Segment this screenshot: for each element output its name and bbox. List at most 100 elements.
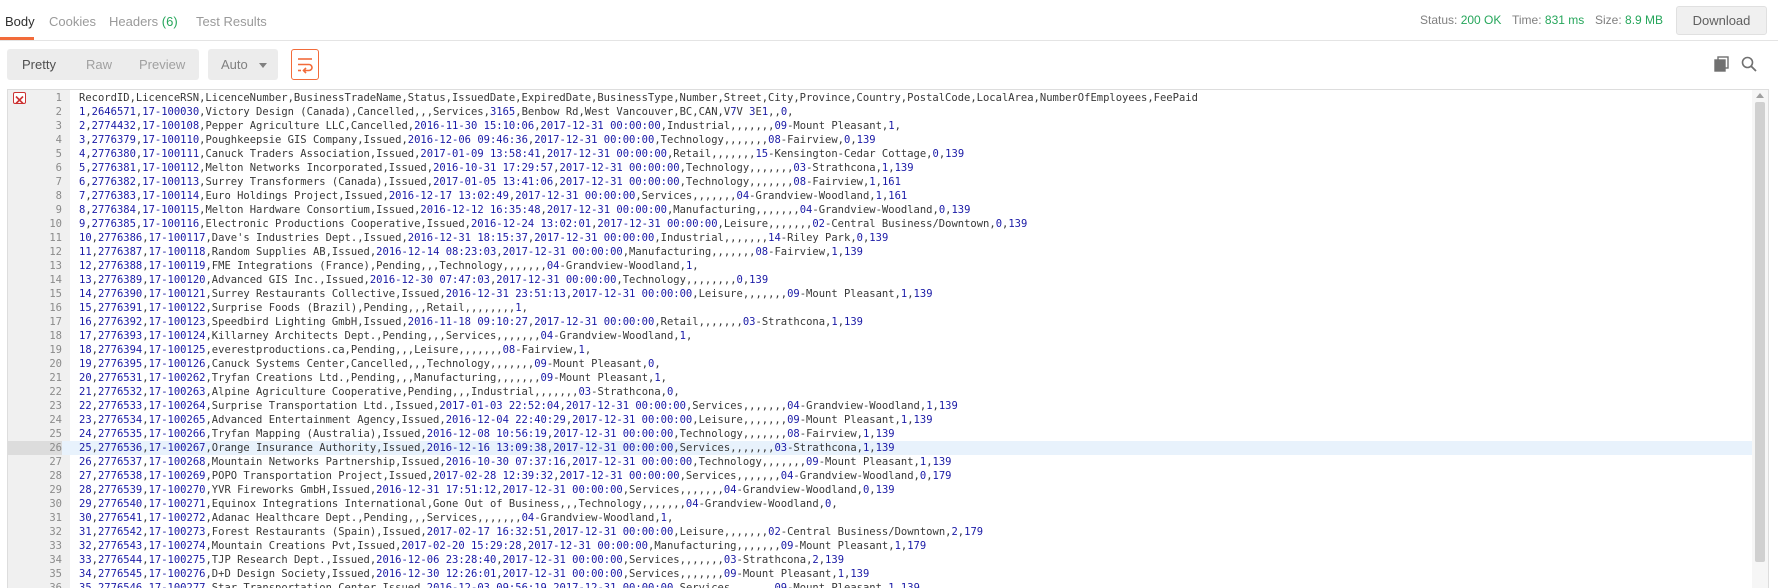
code-line: 4 3,2776379,17-100110,Poughkeepsie GIS Co… xyxy=(8,133,1753,147)
code-line-text: 7,2776383,17-100114,Euro Holdings Projec… xyxy=(79,190,908,202)
code-line: 29 28,2776539,17-100270,YVR Fireworks Gmb… xyxy=(8,483,1753,497)
line-number: 32 xyxy=(49,526,62,538)
line-number: 7 xyxy=(55,176,62,188)
line-number: 17 xyxy=(49,316,62,328)
view-mode-segmented-control: Pretty Raw Preview xyxy=(7,49,199,80)
code-line: 1 RecordID,LicenceRSN,LicenceNumber,Busin… xyxy=(8,91,1753,105)
code-line: 19 18,2776394,17-100125,everestproduction… xyxy=(8,343,1753,357)
code-line: 6 5,2776381,17-100112,Melton Networks Inc… xyxy=(8,161,1753,175)
code-line: 36 35,2776546,17-100277,Star Transportati… xyxy=(8,581,1753,588)
line-number: 16 xyxy=(49,302,62,314)
code-line: 10 9,2776385,17-100116,Electronic Product… xyxy=(8,217,1753,231)
chevron-down-icon xyxy=(259,63,267,68)
copy-icon[interactable] xyxy=(1713,55,1731,73)
line-number: 2 xyxy=(55,106,62,118)
line-number: 19 xyxy=(49,344,62,356)
code-line: 14 13,2776389,17-100120,Advanced GIS Inc.… xyxy=(8,273,1753,287)
raw-button[interactable]: Raw xyxy=(86,57,112,72)
status-label: Status: xyxy=(1420,13,1458,27)
code-line-text: 24,2776535,17-100266,Tryfan Mapping (Aus… xyxy=(79,428,895,440)
time-value: 831 ms xyxy=(1544,13,1585,27)
status-value: 200 OK xyxy=(1460,13,1502,27)
code-line: 13 12,2776388,17-100119,FME Integrations … xyxy=(8,259,1753,273)
code-line: 35 34,2776545,17-100276,D+D Design Societ… xyxy=(8,567,1753,581)
line-number: 31 xyxy=(49,512,62,524)
line-number: 9 xyxy=(55,204,62,216)
scroll-up-arrow-icon[interactable] xyxy=(1756,93,1764,98)
format-select-value: Auto xyxy=(221,57,248,72)
download-button[interactable]: Download xyxy=(1676,6,1767,35)
code-line-text: 20,2776531,17-100262,Tryfan Creations Lt… xyxy=(79,372,667,384)
tab-cookies[interactable]: Cookies xyxy=(49,14,96,29)
line-number: 36 xyxy=(49,582,62,588)
time-label: Time: xyxy=(1512,13,1542,27)
tab-body[interactable]: Body xyxy=(5,14,35,29)
size-value: 8.9 MB xyxy=(1625,13,1664,27)
line-number: 14 xyxy=(49,274,62,286)
code-line: 9 8,2776384,17-100115,Melton Hardware Con… xyxy=(8,203,1753,217)
code-line: 26 25,2776536,17-100267,Orange Insurance … xyxy=(8,441,1753,455)
response-body-editor[interactable]: 1 RecordID,LicenceRSN,LicenceNumber,Busin… xyxy=(7,89,1769,588)
code-line: 20 19,2776395,17-100126,Canuck Systems Ce… xyxy=(8,357,1753,371)
code-line-text: 5,2776381,17-100112,Melton Networks Inco… xyxy=(79,162,914,174)
body-toolbar: Pretty Raw Preview Auto xyxy=(0,41,1778,89)
line-number: 29 xyxy=(49,484,62,496)
line-number: 28 xyxy=(49,470,62,482)
pretty-button[interactable]: Pretty xyxy=(22,57,56,72)
code-line-text: 3,2776379,17-100110,Poughkeepsie GIS Com… xyxy=(79,134,876,146)
line-number: 10 xyxy=(49,218,62,230)
line-number: 20 xyxy=(49,358,62,370)
code-line-text: 30,2776541,17-100272,Adanac Healthcare D… xyxy=(79,512,674,524)
code-line-text: 4,2776380,17-100111,Canuck Traders Assoc… xyxy=(79,148,965,160)
code-line-text: 33,2776544,17-100275,TJP Research Dept.,… xyxy=(79,554,845,566)
code-line-text: RecordID,LicenceRSN,LicenceNumber,Busine… xyxy=(79,92,1198,104)
code-line: 33 32,2776543,17-100274,Mountain Creation… xyxy=(8,539,1753,553)
code-line-text: 10,2776386,17-100117,Dave's Industries D… xyxy=(79,232,889,244)
code-line: 18 17,2776393,17-100124,Killarney Archite… xyxy=(8,329,1753,343)
code-line: 5 4,2776380,17-100111,Canuck Traders Asso… xyxy=(8,147,1753,161)
wrap-lines-button[interactable] xyxy=(291,49,319,80)
code-line: 16 15,2776391,17-100122,Surprise Foods (B… xyxy=(8,301,1753,315)
code-lines: 1 RecordID,LicenceRSN,LicenceNumber,Busin… xyxy=(8,91,1753,588)
line-number: 5 xyxy=(55,148,62,160)
line-number: 11 xyxy=(49,232,62,244)
line-number: 13 xyxy=(49,260,62,272)
code-line: 30 29,2776540,17-100271,Equinox Integrati… xyxy=(8,497,1753,511)
error-marker-icon[interactable] xyxy=(13,92,26,105)
preview-button[interactable]: Preview xyxy=(139,57,185,72)
code-line-text: 14,2776390,17-100121,Surrey Restaurants … xyxy=(79,288,933,300)
line-number: 34 xyxy=(49,554,62,566)
code-line-text: 29,2776540,17-100271,Equinox Integration… xyxy=(79,498,838,510)
code-line-text: 28,2776539,17-100270,YVR Fireworks GmbH,… xyxy=(79,484,895,496)
code-line-text: 21,2776532,17-100263,Alpine Agriculture … xyxy=(79,386,680,398)
tab-test-results[interactable]: Test Results xyxy=(196,14,267,29)
code-line: 34 33,2776544,17-100275,TJP Research Dept… xyxy=(8,553,1753,567)
code-line-text: 12,2776388,17-100119,FME Integrations (F… xyxy=(79,260,699,272)
line-number: 18 xyxy=(49,330,62,342)
code-line-text: 9,2776385,17-100116,Electronic Productio… xyxy=(79,218,1028,230)
tab-headers-label: Headers xyxy=(109,14,159,29)
code-line: 31 30,2776541,17-100272,Adanac Healthcare… xyxy=(8,511,1753,525)
line-number: 21 xyxy=(49,372,62,384)
wrap-lines-icon xyxy=(298,58,313,74)
code-line: 27 26,2776537,17-100268,Mountain Networks… xyxy=(8,455,1753,469)
code-line-text: 27,2776538,17-100269,POPO Transportation… xyxy=(79,470,952,482)
code-line: 28 27,2776538,17-100269,POPO Transportati… xyxy=(8,469,1753,483)
code-line-text: 2,2774432,17-100108,Pepper Agriculture L… xyxy=(79,120,901,132)
format-select[interactable]: Auto xyxy=(208,49,278,80)
search-icon[interactable] xyxy=(1740,55,1758,73)
code-line: 24 23,2776534,17-100265,Advanced Entertai… xyxy=(8,413,1753,427)
size-label: Size: xyxy=(1595,13,1622,27)
code-line: 2 1,2646571,17-100030,Victory Design (Can… xyxy=(8,105,1753,119)
tab-headers[interactable]: Headers (6) xyxy=(109,14,178,29)
line-number: 25 xyxy=(49,428,62,440)
scrollbar-thumb[interactable] xyxy=(1755,102,1765,562)
vertical-scrollbar[interactable] xyxy=(1752,90,1768,588)
code-line-text: 13,2776389,17-100120,Advanced GIS Inc.,I… xyxy=(79,274,769,286)
code-line: 7 6,2776382,17-100113,Surrey Transformers… xyxy=(8,175,1753,189)
code-line: 3 2,2774432,17-100108,Pepper Agriculture … xyxy=(8,119,1753,133)
code-line: 23 22,2776533,17-100264,Surprise Transpor… xyxy=(8,399,1753,413)
line-number: 24 xyxy=(49,414,62,426)
code-line-text: 32,2776543,17-100274,Mountain Creations … xyxy=(79,540,927,552)
headers-count-badge: (6) xyxy=(161,14,178,29)
